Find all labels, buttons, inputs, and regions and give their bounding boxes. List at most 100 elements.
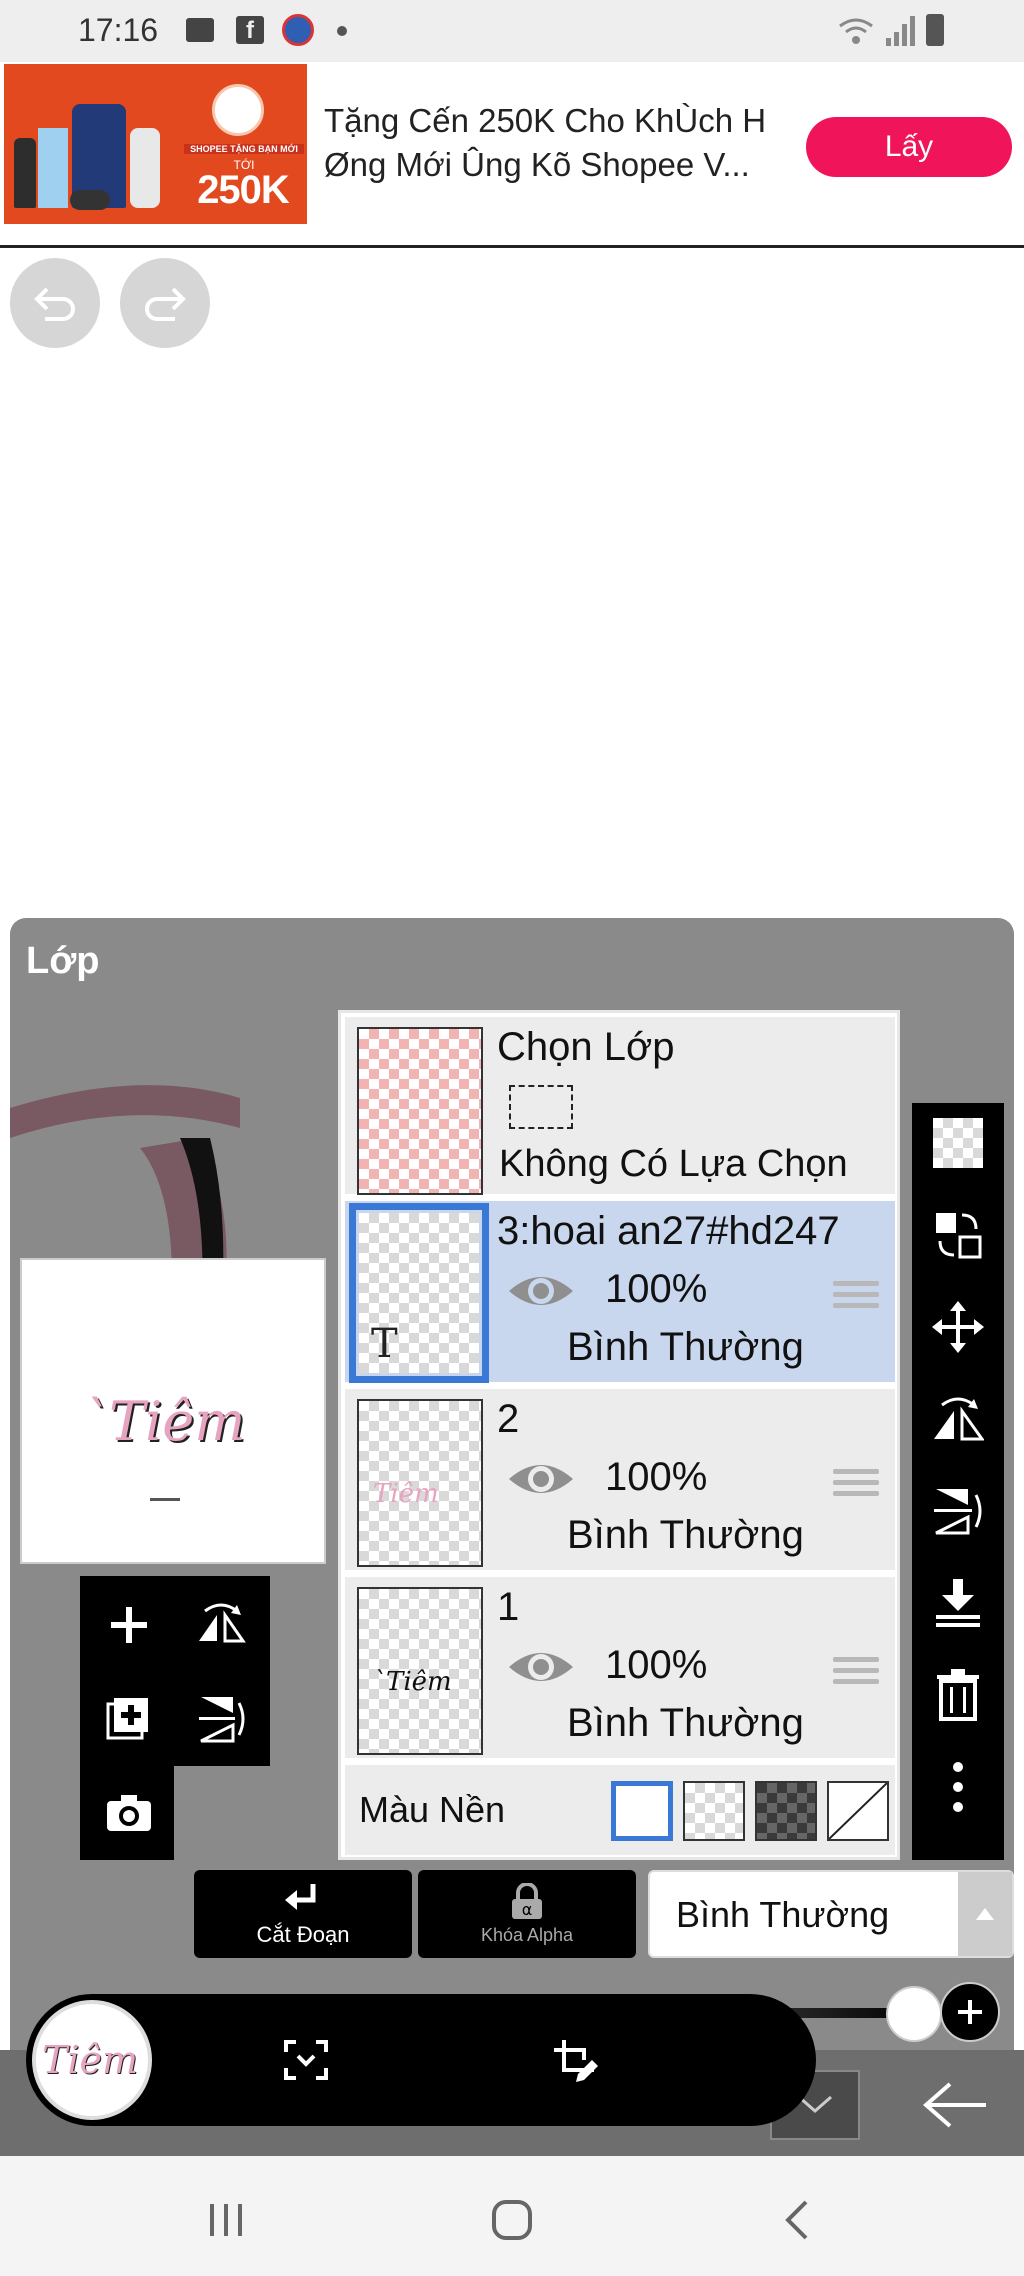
ad-products-image xyxy=(14,98,174,218)
move-icon xyxy=(932,1301,984,1353)
wifi-icon xyxy=(839,18,873,44)
more-options-button[interactable] xyxy=(932,1761,984,1813)
trash-icon xyxy=(937,1669,979,1721)
ad-cta-button[interactable]: Lấy xyxy=(806,117,1012,177)
convert-layer-button[interactable] xyxy=(932,1209,984,1261)
undo-icon xyxy=(34,287,75,321)
layer-name: 2 xyxy=(497,1397,520,1441)
flip-horizontal-icon xyxy=(934,1397,984,1441)
home-icon[interactable] xyxy=(490,2198,534,2242)
layer-row[interactable]: T 3:hoai an27#hd247 100% Bình Thường xyxy=(345,1201,895,1385)
select-tool-button[interactable] xyxy=(276,2030,336,2090)
background-none-option[interactable] xyxy=(827,1781,889,1841)
delete-layer-button[interactable] xyxy=(932,1669,984,1721)
transparency-button[interactable] xyxy=(932,1117,984,1169)
arrow-left-icon xyxy=(922,2082,986,2128)
camera-button[interactable] xyxy=(94,1778,164,1848)
ad-text-line1[interactable]: Tặng Cến 250K Cho KhÙch H xyxy=(324,102,766,140)
facebook-icon: f xyxy=(236,16,264,44)
panel-title: Lớp xyxy=(26,940,100,982)
opacity-increase-button[interactable] xyxy=(940,1982,1000,2042)
ad-promo-label: SHOPEE TẶNG BẠN MỚI xyxy=(184,144,304,154)
background-color-row: Màu Nền xyxy=(345,1765,895,1855)
add-layer-button[interactable] xyxy=(94,1590,164,1660)
merge-down-icon xyxy=(936,1579,980,1627)
layer-thumbnail: T xyxy=(359,1213,479,1373)
status-bar: 17:16 f xyxy=(0,0,1024,62)
signal-icon xyxy=(886,16,915,46)
avatar-art: Tiêm xyxy=(42,2038,139,2082)
redo-icon xyxy=(145,287,186,321)
selection-marquee-icon xyxy=(509,1085,573,1129)
layer-name: 3:hoai an27#hd247 xyxy=(497,1209,840,1253)
transform-tool-button[interactable] xyxy=(546,2030,606,2090)
canvas-preview[interactable]: `Tiêm xyxy=(20,1258,326,1564)
preview-signature-art: `Tiêm xyxy=(82,1390,246,1453)
background-color-label: Màu Nền xyxy=(359,1789,506,1830)
ad-image[interactable]: SHOPEE TẶNG BẠN MỚI TỚI 250K xyxy=(4,64,307,224)
drag-handle-icon[interactable] xyxy=(833,1281,879,1311)
layer-type-icon: T xyxy=(371,1321,398,1367)
plus-icon xyxy=(958,2000,982,2024)
dot-icon xyxy=(337,26,347,36)
blend-mode-dropdown[interactable] xyxy=(958,1872,1012,1956)
back-nav-icon[interactable] xyxy=(782,2198,812,2242)
flip-horizontal-icon xyxy=(199,1603,246,1643)
flip-horizontal-button[interactable] xyxy=(186,1590,256,1660)
app-notification-icon xyxy=(282,14,314,46)
flip-horizontal-button[interactable] xyxy=(932,1393,984,1445)
lock-icon: α xyxy=(512,1882,542,1919)
layer-name: 1 xyxy=(497,1585,520,1629)
move-button[interactable] xyxy=(932,1301,984,1353)
layer-row[interactable]: `Tiêm 1 100% Bình Thường xyxy=(345,1577,895,1761)
clip-button[interactable]: Cắt Đoạn xyxy=(194,1870,412,1958)
gallery-icon xyxy=(186,18,214,42)
avatar[interactable]: Tiêm xyxy=(32,2000,152,2120)
floating-toolbar: Tiêm xyxy=(26,1994,816,2126)
selection-layer-row[interactable]: Chọn Lớp Không Có Lựa Chọn xyxy=(345,1017,895,1197)
layer-blend-mode: Bình Thường xyxy=(567,1513,804,1557)
opacity-slider-thumb[interactable] xyxy=(886,1986,942,2042)
diagonal-slash-icon xyxy=(829,1783,887,1839)
status-time: 17:16 xyxy=(78,12,159,48)
ad-banner[interactable]: SHOPEE TẶNG BẠN MỚI TỚI 250K Tặng Cến 25… xyxy=(0,62,1024,248)
flip-vertical-icon xyxy=(934,1489,982,1535)
layer-opacity: 100% xyxy=(605,1455,708,1499)
shopee-logo-icon xyxy=(212,84,264,136)
selection-status: Không Có Lựa Chọn xyxy=(499,1143,848,1185)
triangle-up-icon xyxy=(976,1908,994,1920)
layer-thumbnail-art: `Tiêm xyxy=(373,1667,452,1697)
merge-down-button[interactable] xyxy=(932,1577,984,1629)
layer-row[interactable]: Tiêm 2 100% Bình Thường xyxy=(345,1389,895,1573)
preview-small-mark xyxy=(150,1498,180,1501)
transparency-icon xyxy=(933,1118,983,1168)
flip-vertical-button[interactable] xyxy=(186,1684,256,1754)
ad-text-line2[interactable]: Øng Mới Ûng Kõ Shopee V... xyxy=(324,146,750,184)
crop-edit-icon xyxy=(554,2040,598,2082)
background-transparent-option[interactable] xyxy=(683,1781,745,1841)
layer-blend-mode: Bình Thường xyxy=(567,1701,804,1745)
undo-button[interactable] xyxy=(10,258,100,348)
drag-handle-icon[interactable] xyxy=(833,1657,879,1687)
layer-thumbnail: `Tiêm xyxy=(357,1587,483,1755)
layer-opacity: 100% xyxy=(605,1267,708,1311)
selection-layer-thumbnail xyxy=(357,1027,483,1195)
drag-handle-icon[interactable] xyxy=(833,1469,879,1499)
system-nav-bar xyxy=(0,2156,1024,2276)
flip-vertical-button[interactable] xyxy=(932,1485,984,1537)
redo-button[interactable] xyxy=(120,258,210,348)
alpha-lock-button[interactable]: α Khóa Alpha xyxy=(418,1870,636,1958)
layer-blend-mode: Bình Thường xyxy=(567,1325,804,1369)
back-button[interactable] xyxy=(900,2070,1010,2140)
blend-mode-select[interactable]: Bình Thường xyxy=(648,1870,1014,1958)
recent-apps-icon[interactable] xyxy=(206,2200,246,2240)
plus-icon xyxy=(111,1607,147,1643)
layer-thumbnail-art: Tiêm xyxy=(373,1479,439,1509)
eye-icon[interactable] xyxy=(507,1645,575,1689)
duplicate-layer-button[interactable] xyxy=(94,1684,164,1754)
eye-icon[interactable] xyxy=(507,1269,575,1313)
background-white-option[interactable] xyxy=(611,1781,673,1841)
eye-icon[interactable] xyxy=(507,1457,575,1501)
background-dark-option[interactable] xyxy=(755,1781,817,1841)
svg-text:α: α xyxy=(522,1900,533,1919)
